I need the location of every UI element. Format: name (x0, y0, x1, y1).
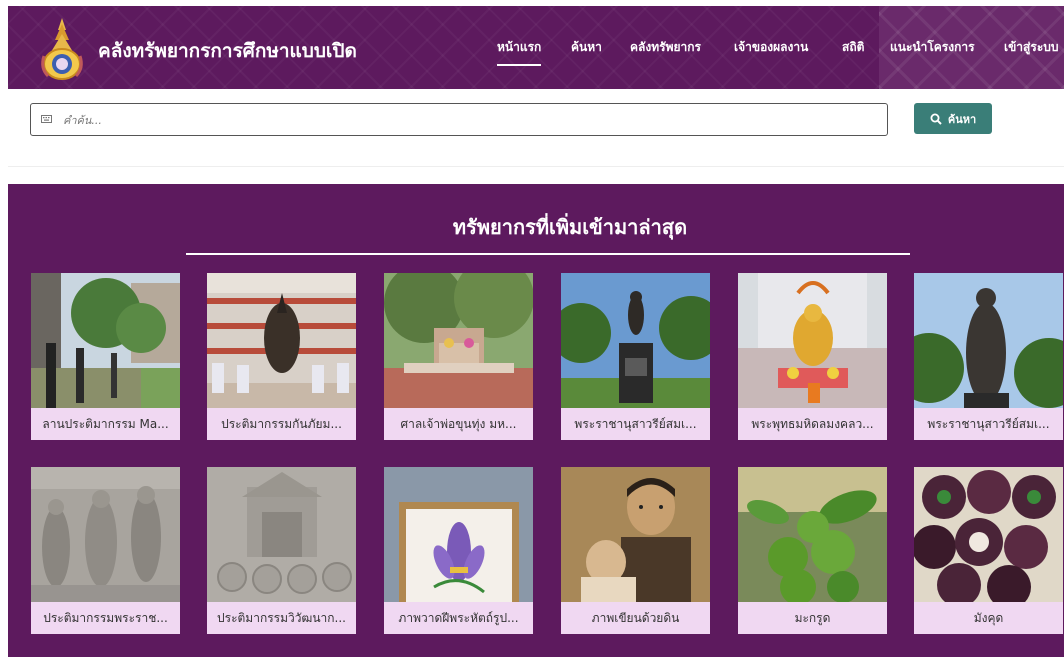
divider (8, 166, 1064, 167)
resource-caption: มะกรูด (738, 602, 887, 634)
resource-card[interactable]: ภาพวาดฝีพระหัตถ์รูป... (384, 467, 533, 634)
resource-caption: มังคุด (914, 602, 1063, 634)
resource-caption: ประติมากรรมวิวัฒนาก... (207, 602, 356, 634)
resource-caption: ลานประติมากรรม Ma... (31, 408, 180, 440)
resource-thumbnail (914, 273, 1063, 408)
resource-caption: ภาพวาดฝีพระหัตถ์รูป... (384, 602, 533, 634)
resource-thumbnail (384, 467, 533, 602)
resource-thumbnail (207, 467, 356, 602)
resource-card[interactable]: ประติมากรรมพระราช... (31, 467, 180, 634)
nav-statistics[interactable]: สถิติ (842, 38, 864, 57)
site-header: คลังทรัพยากรการศึกษาแบบเปิด หน้าแรก ค้นห… (8, 6, 1064, 89)
resource-thumbnail (914, 467, 1063, 602)
search-icon (930, 113, 942, 125)
resource-card[interactable]: ภาพเขียนด้วยดิน (561, 467, 710, 634)
resource-caption: ประติมากรรมพระราช... (31, 602, 180, 634)
resource-card[interactable]: พระพุทธมหิดลมงคลว... (738, 273, 887, 440)
search-button-label: ค้นหา (947, 112, 977, 126)
resource-caption: ประติมากรรมกันภัยม... (207, 408, 356, 440)
resource-card[interactable]: มะกรูด (738, 467, 887, 634)
resource-card[interactable]: ประติมากรรมวิวัฒนาก... (207, 467, 356, 634)
search-input[interactable] (63, 110, 863, 130)
resource-card[interactable]: ศาลเจ้าพ่อขุนทุ่ง มห... (384, 273, 533, 440)
resource-thumbnail (31, 467, 180, 602)
resource-caption: ภาพเขียนด้วยดิน (561, 602, 710, 634)
resource-caption: พระพุทธมหิดลมงคลว... (738, 408, 887, 440)
nav-login[interactable]: เข้าสู่ระบบ (1004, 38, 1059, 57)
search-button[interactable]: ค้นหา (914, 103, 992, 134)
section-title: ทรัพยากรที่เพิ่มเข้ามาล่าสุด (452, 215, 688, 239)
nav-search[interactable]: ค้นหา (571, 38, 602, 57)
latest-resources-section: ทรัพยากรที่เพิ่มเข้ามาล่าสุด ลานประติมาก… (8, 184, 1064, 657)
resource-thumbnail (738, 467, 887, 602)
resource-caption: พระราชานุสาวรีย์สมเ... (561, 408, 710, 440)
nav-resources[interactable]: คลังทรัพยากร (630, 38, 701, 57)
resource-thumbnail (738, 273, 887, 408)
keyboard-icon (41, 115, 52, 123)
resource-thumbnail (561, 467, 710, 602)
resource-card[interactable]: พระราชานุสาวรีย์สมเ... (561, 273, 710, 440)
resource-card[interactable]: มังคุด (914, 467, 1063, 634)
resource-thumbnail (384, 273, 533, 408)
resource-thumbnail (31, 273, 180, 408)
nav-about[interactable]: แนะนำโครงการ (890, 38, 975, 57)
main-nav: หน้าแรก ค้นหา คลังทรัพยากร เจ้าของผลงาน … (8, 6, 1064, 89)
resource-caption: พระราชานุสาวรีย์สมเ... (914, 408, 1063, 440)
resource-card[interactable]: ลานประติมากรรม Ma... (31, 273, 180, 440)
resource-card[interactable]: ประติมากรรมกันภัยม... (207, 273, 356, 440)
title-underline (186, 253, 910, 255)
resource-card[interactable]: พระราชานุสาวรีย์สมเ... (914, 273, 1063, 440)
nav-owners[interactable]: เจ้าของผลงาน (734, 38, 808, 57)
nav-home[interactable]: หน้าแรก (497, 38, 542, 66)
search-box (30, 103, 888, 136)
resource-thumbnail (207, 273, 356, 408)
resource-thumbnail (561, 273, 710, 408)
resource-caption: ศาลเจ้าพ่อขุนทุ่ง มห... (384, 408, 533, 440)
